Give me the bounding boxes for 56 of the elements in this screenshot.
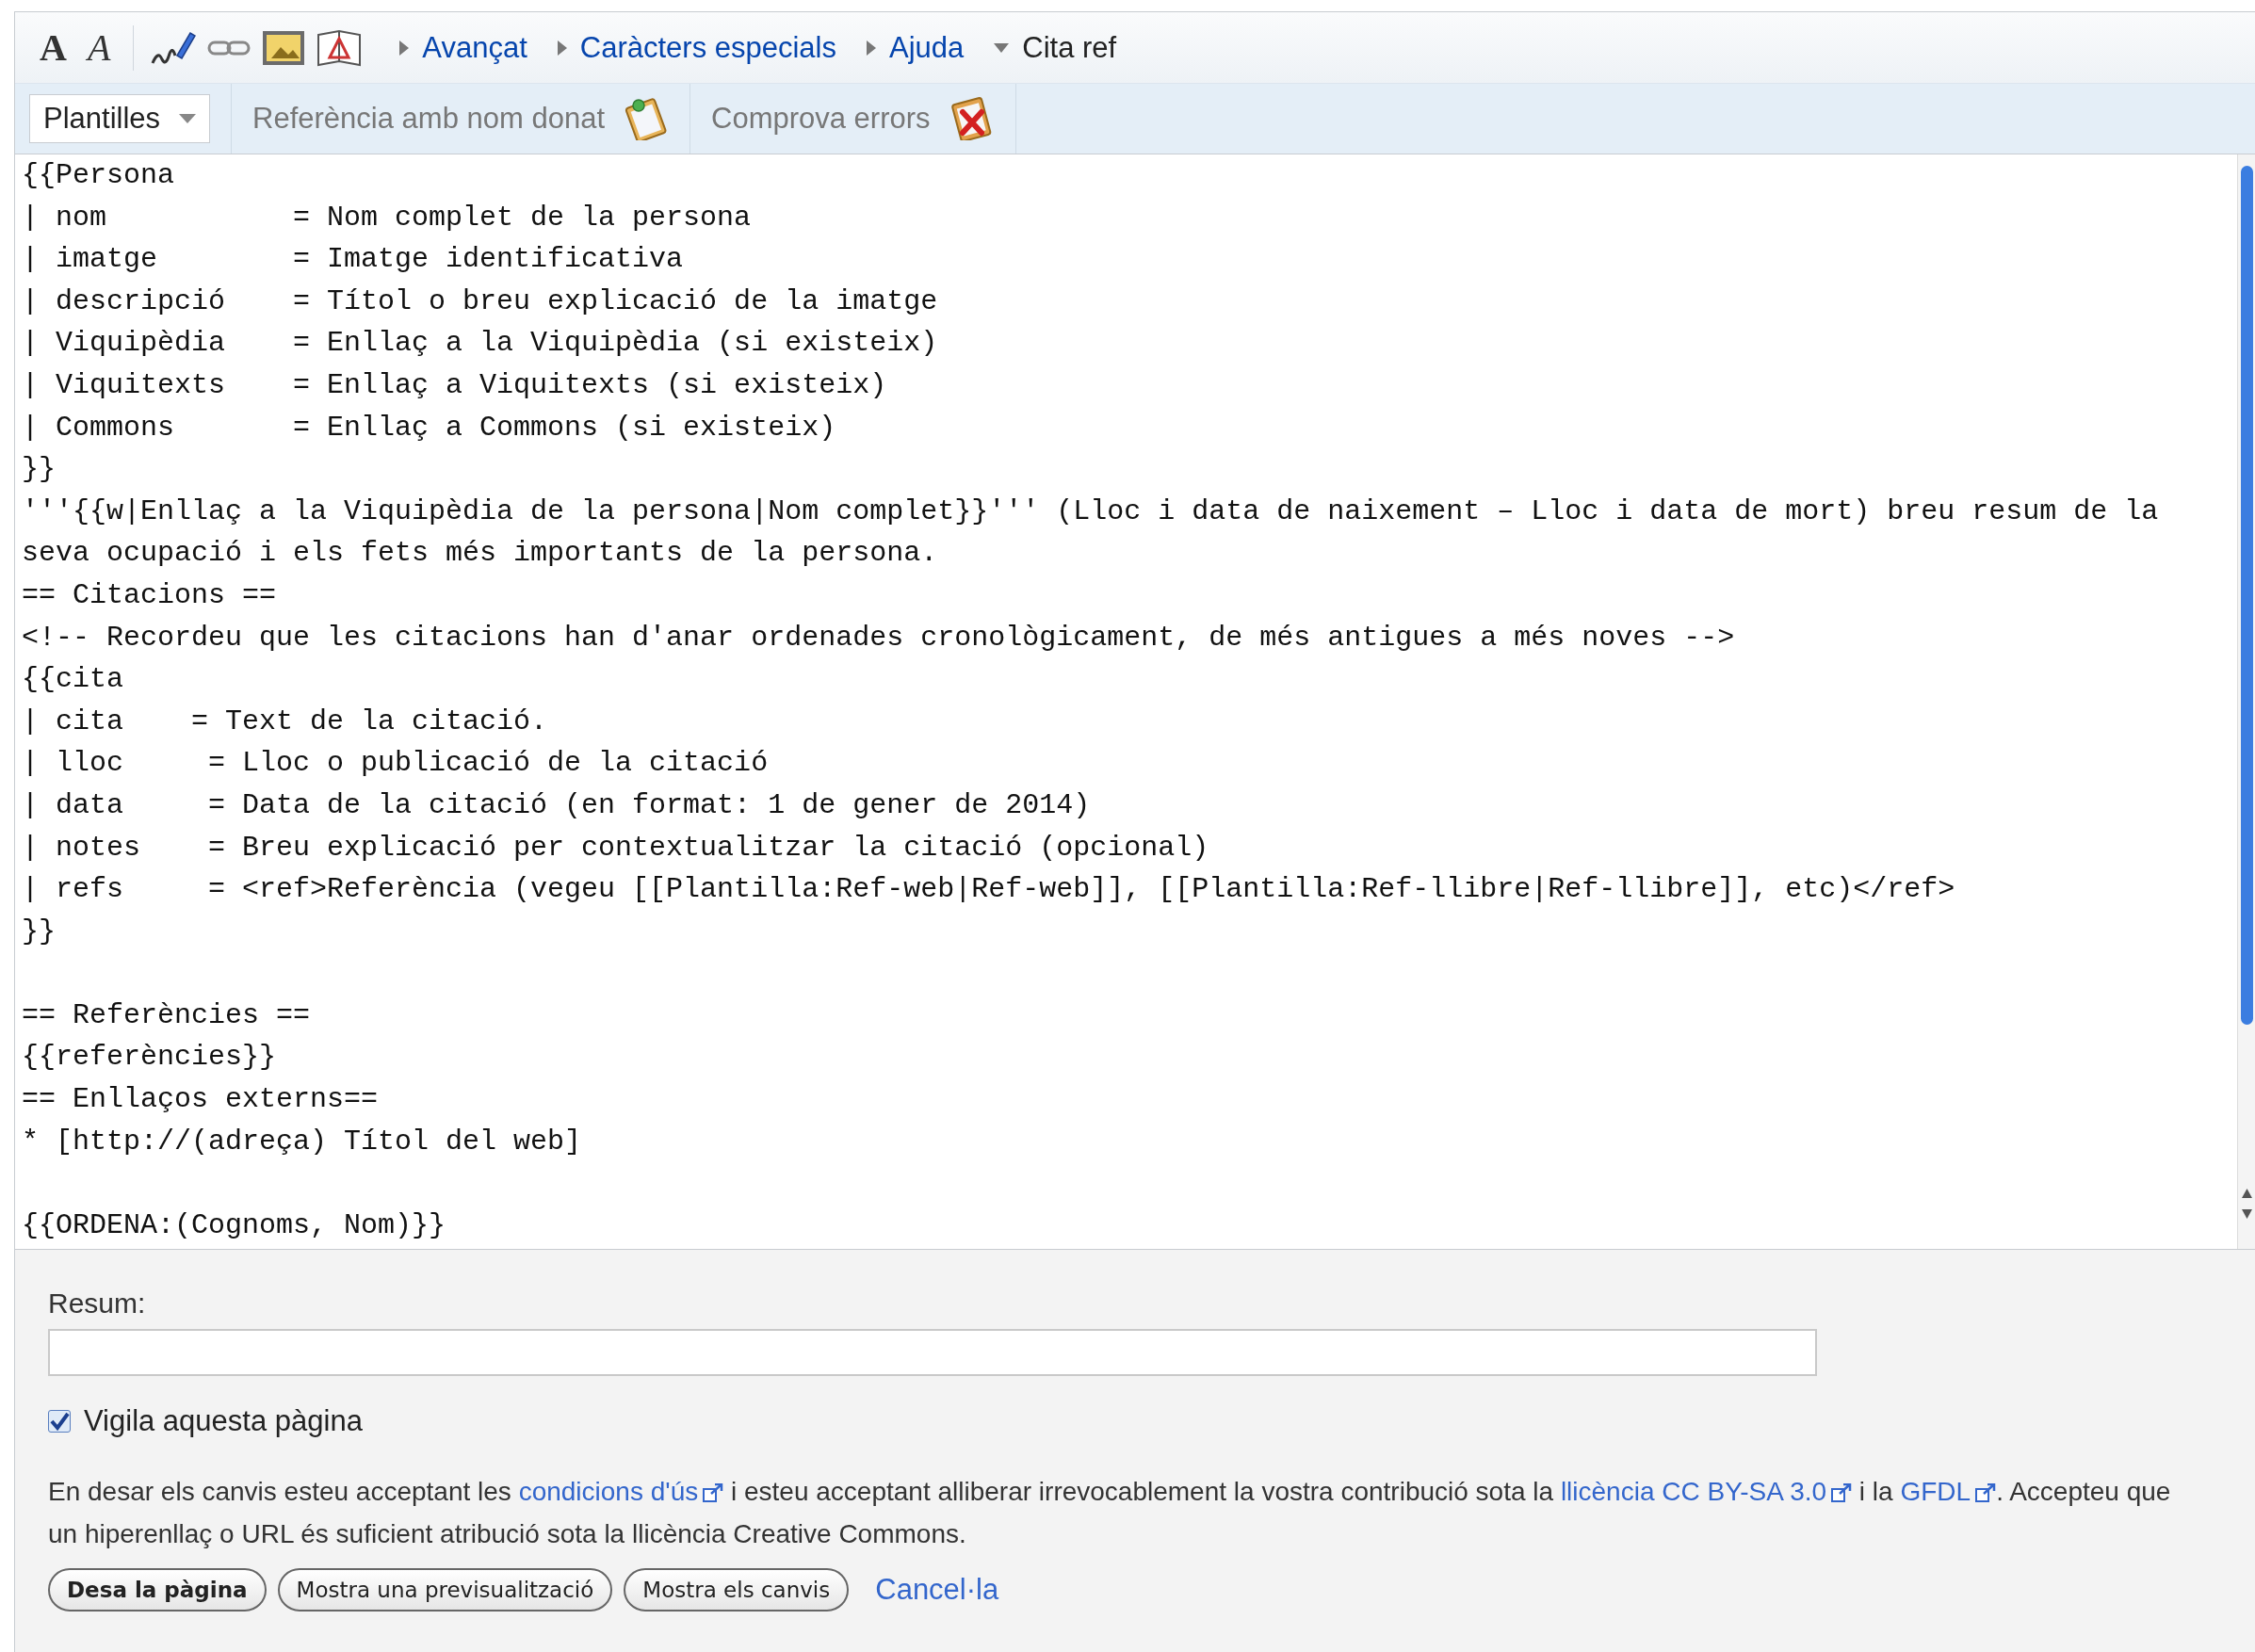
code-line: | Viquipèdia = Enllaç a la Viquipèdia (si existeix) (22, 326, 938, 362)
code-line: | Viquitexts = Enllaç a Viquitexts (si existeix) (22, 367, 887, 403)
code-line: | descripció = Títol o breu explicació de la imatge (22, 283, 938, 319)
link[interactable]: GFDL (1900, 1477, 1997, 1506)
code-line: }} (22, 914, 56, 949)
code-line: {{Persona (22, 158, 175, 193)
license-notice: En desar els canvis esteu acceptant les condicions d'ús i esteu acceptant alliberar irrevocablement la vostra contribució sota la llicència CC BY-SA 3.0 i la GFDL . Accepteu que un hiperenllaç o URL és suficient atribució sota la llicència Creative Commons. (48, 1476, 2172, 1550)
check-errors-button[interactable]: Comprova errors (690, 84, 1015, 154)
link[interactable]: condicions d'ús (518, 1477, 724, 1506)
caret-down-icon (994, 42, 1010, 53)
code-line: {{referències}} (22, 1040, 277, 1076)
save-button[interactable]: Desa la pàgina (48, 1568, 267, 1612)
section-toggle[interactable]: Ajuda (867, 30, 965, 65)
code-line: | Commons = Enllaç a Commons (si existeix) (22, 410, 836, 445)
code-line: '''{{w|Enllaç a la Viquipèdia de la persona|Nom complet}}''' (Lloc i data de naixement – Lloc i data de mort) breu resum de la (22, 494, 2159, 529)
code-line: | data = Data de la citació (en format: 1 de gener de 2014) (22, 787, 1091, 823)
checkbox-label: Vigila aquesta pàgina (84, 1404, 363, 1438)
external-link-icon (1975, 1483, 1997, 1502)
watch-checkbox[interactable] (48, 1410, 71, 1433)
code-line: {{ORDENA:(Cognoms, Nom)}} (22, 1207, 446, 1243)
code-line: | nom = Nom complet de la persona (22, 200, 752, 235)
section-toggle[interactable]: Avançat (399, 30, 527, 65)
section-toggle[interactable]: Caràcters especials (557, 30, 836, 65)
caret-right-icon (399, 40, 410, 56)
code-line: | refs = <ref>Referència (vegeu [[Plantilla:Ref-web|Ref-web]], [[Plantilla:Ref-llibre|Ref-llibre]], etc)</ref> (22, 872, 1955, 908)
italic-button[interactable]: A (81, 25, 117, 70)
summary-field[interactable] (48, 1329, 1817, 1376)
code-line: == Enllaços externs== (22, 1082, 379, 1118)
caret-right-icon (557, 40, 567, 56)
code-line: seva ocupació i els fets més importants de la persona. (22, 536, 938, 572)
code-line: }} (22, 452, 56, 488)
caret-down-icon (179, 114, 197, 123)
caret-right-icon (867, 40, 876, 56)
code-line: {{cita (22, 662, 124, 698)
code-line: | lloc = Lloc o publicació de la citació (22, 746, 769, 782)
summary-label: Resum: (48, 1288, 146, 1320)
code-line: * [http://(adreça) Títol del web] (22, 1124, 582, 1159)
section-toggle[interactable]: Cita ref (994, 30, 1117, 65)
external-link-icon (1831, 1483, 1853, 1502)
code-line: <!-- Recordeu que les citacions han d'anar ordenades cronològicament, de més antigues a més noves --> (22, 620, 1735, 656)
code-line: | cita = Text de la citació. (22, 704, 548, 739)
code-line: == Citacions == (22, 577, 277, 613)
media-icon[interactable] (316, 28, 363, 67)
code-line: | imatge = Imatge identificativa (22, 242, 684, 278)
image-icon[interactable] (262, 29, 306, 66)
action-button[interactable]: Mostra els canvis (624, 1568, 850, 1612)
code-line: == Referències == (22, 997, 311, 1033)
link[interactable]: llicència CC BY-SA 3.0 (1560, 1477, 1853, 1506)
scrollbar[interactable] (2237, 154, 2255, 1249)
bold-button[interactable]: A (34, 25, 73, 70)
external-link-icon (703, 1483, 724, 1502)
templates-dropdown[interactable]: Plantilles (29, 94, 211, 143)
code-line: | notes = Breu explicació per contextualitzar la citació (opcional) (22, 830, 1209, 866)
cancel-link[interactable]: Cancel·la (875, 1573, 999, 1607)
action-button[interactable]: Mostra una previsualització (277, 1568, 613, 1612)
named-reference-button[interactable]: Referència amb nom donat (232, 84, 689, 154)
